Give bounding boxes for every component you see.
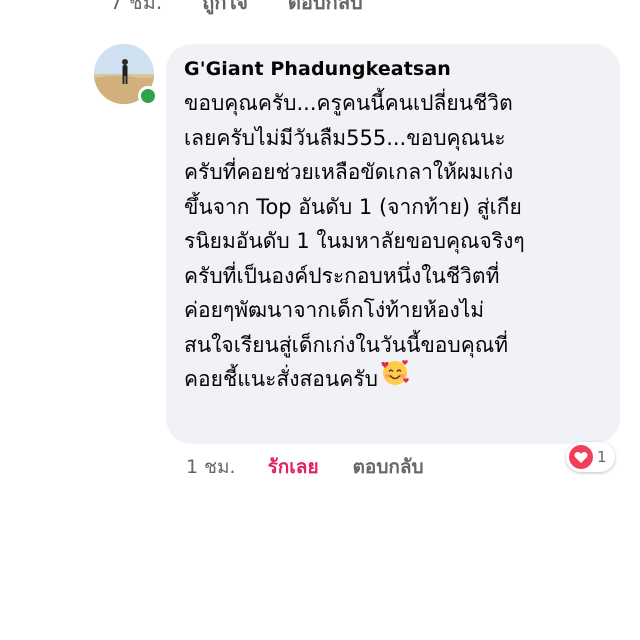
previous-comment-time: 7 ชม. bbox=[110, 0, 163, 14]
comment-thread: 7 ชม. ถูกใจ ตอบกลับ G'Giant Phadungkeats… bbox=[0, 0, 640, 640]
comment-line: ขอบคุณครับ...ครูคนนี้คนเปลี่ยนชีวิต bbox=[184, 91, 513, 115]
comment-bubble: G'Giant Phadungkeatsan ขอบคุณครับ...ครูค… bbox=[166, 44, 620, 444]
comment-actions: 1 ชม. รักเลย ตอบกลับ bbox=[186, 452, 424, 482]
comment-line: ค่อยๆพัฒนาจากเด็กโง่ท้ายห้องไม่ bbox=[184, 298, 485, 322]
comment-timestamp[interactable]: 1 ชม. bbox=[186, 452, 236, 482]
love-heart-icon bbox=[569, 445, 593, 469]
comment-line: เลยครับไม่มีวันลืม555...ขอบคุณนะ bbox=[184, 125, 506, 150]
previous-reply-button[interactable]: ตอบกลับ bbox=[288, 0, 363, 18]
online-status-dot bbox=[138, 86, 158, 106]
comment-author[interactable]: G'Giant Phadungkeatsan bbox=[184, 56, 604, 82]
comment-line: รนิยมอันดับ 1 ในมหาลัยขอบคุณจริงๆ bbox=[184, 229, 525, 253]
previous-comment-actions: 7 ชม. ถูกใจ ตอบกลับ bbox=[110, 0, 363, 18]
love-button[interactable]: รักเลย bbox=[268, 452, 319, 482]
comment-line-text: คอยชี้แนะสั่งสอนครับ bbox=[184, 367, 378, 391]
reply-button[interactable]: ตอบกลับ bbox=[353, 452, 424, 482]
previous-like-button[interactable]: ถูกใจ bbox=[202, 0, 248, 18]
smiling-face-with-hearts-icon bbox=[380, 357, 410, 398]
comment-text: ขอบคุณครับ...ครูคนนี้คนเปลี่ยนชีวิต เลยค… bbox=[184, 86, 604, 397]
comment-line: ครับที่คอยช่วยเหลือขัดเกลาให้ผมเก่ง bbox=[184, 160, 514, 184]
reaction-count: 1 bbox=[597, 448, 607, 466]
comment-line: ขึ้นจาก Top อันดับ 1 (จากท้าย) สู่เกีย bbox=[184, 194, 522, 219]
reaction-summary[interactable]: 1 bbox=[566, 442, 615, 472]
comment-line-last: คอยชี้แนะสั่งสอนครับ bbox=[184, 359, 604, 397]
comment-line: ครับที่เป็นองค์ประกอบหนึ่งในชีวิตที่ bbox=[184, 263, 500, 288]
